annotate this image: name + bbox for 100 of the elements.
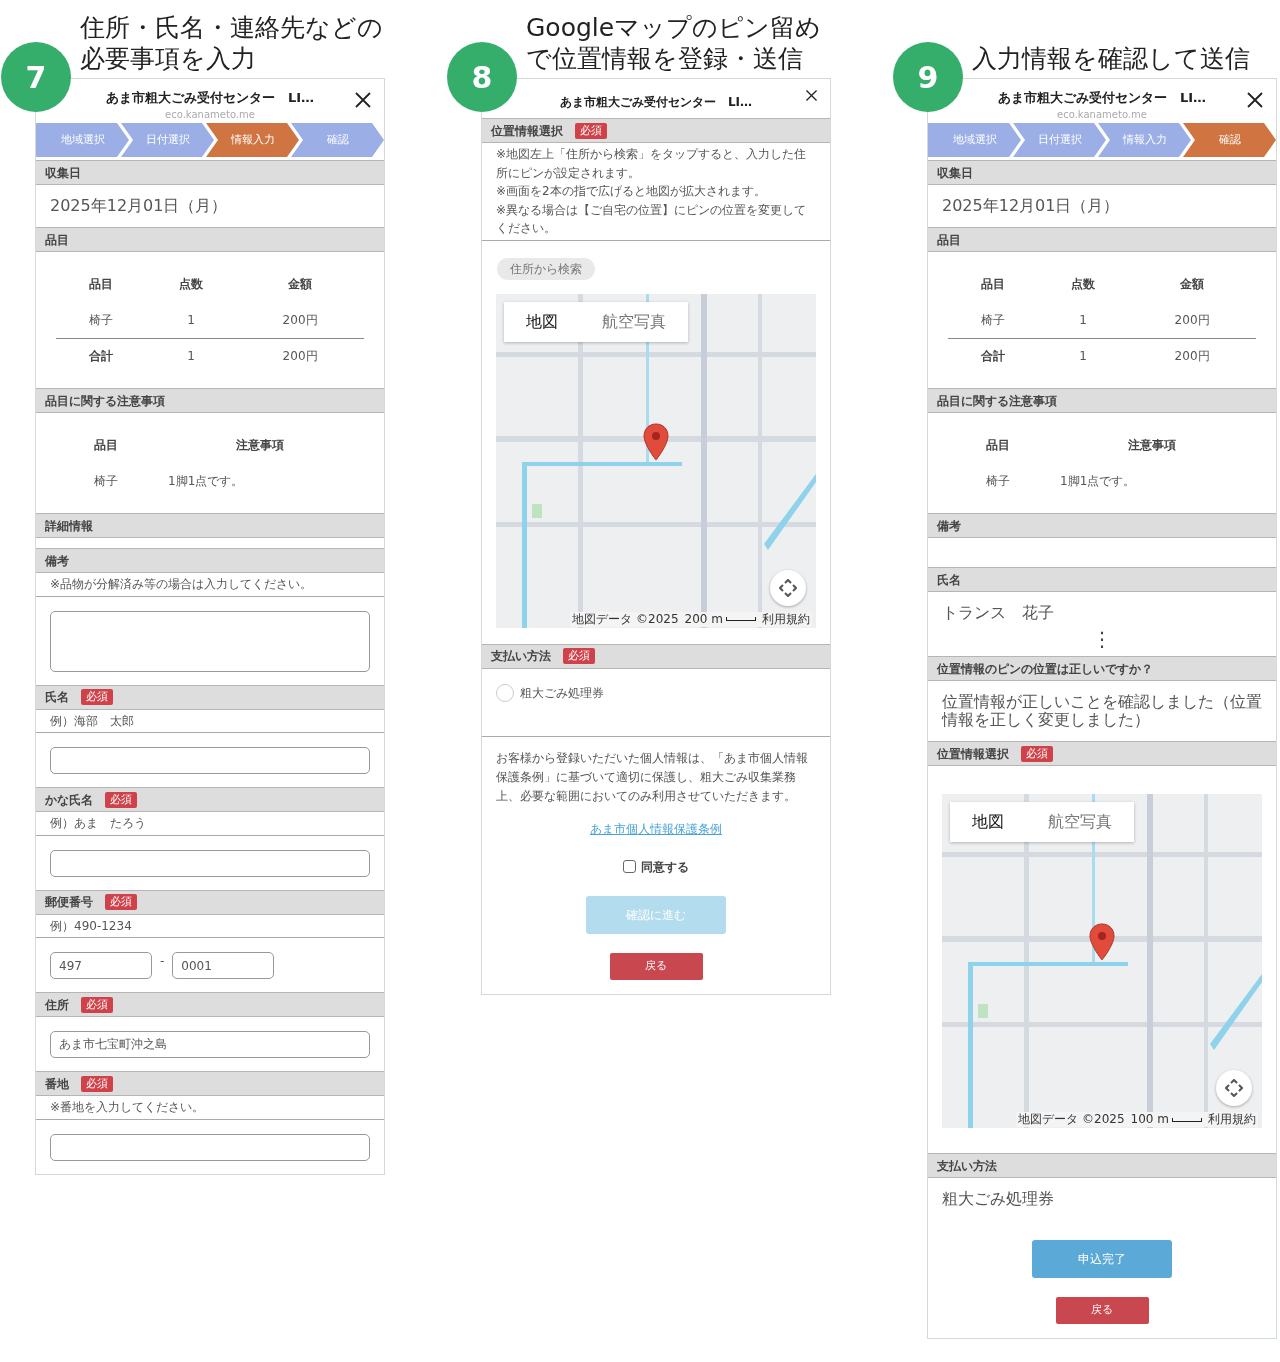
progress-step: 日付選択 <box>121 123 214 157</box>
hint-text: ※番地を入力してください。 <box>50 1099 206 1116</box>
table-cell: 1 <box>1038 338 1129 374</box>
table-header-cell-text: 金額 <box>287 276 314 293</box>
section-title: 氏名 <box>937 571 961 589</box>
hint-text: 例）海部 太郎 <box>50 712 135 730</box>
table-cell: 200円 <box>1128 338 1256 374</box>
required-badge: 必須 <box>575 122 607 139</box>
required-badge: 必須 <box>81 996 113 1013</box>
payment-radio[interactable]: 粗大ごみ処理券 <box>496 683 604 702</box>
caption-text: 住所・氏名・連絡先などの <box>80 12 384 43</box>
input-field[interactable]: 0001 <box>172 952 275 979</box>
table-cell: 合計 <box>56 338 147 374</box>
table-cell-text: 椅子 <box>93 473 119 490</box>
input-field[interactable] <box>50 747 370 774</box>
table-header-cell-text: 品目 <box>985 437 1011 454</box>
agree-checkbox[interactable]: 同意する <box>623 857 689 876</box>
progress-step: 情報入力 <box>1098 123 1191 157</box>
table-cell: 椅子 <box>948 302 1039 338</box>
step-number-badge: 9 <box>893 42 963 112</box>
table-cell-text: 椅子 <box>985 473 1011 490</box>
section-title: 品目 <box>45 231 69 249</box>
required-badge: 必須 <box>81 689 113 705</box>
scale-bar <box>1172 1117 1202 1122</box>
required-badge: 必須 <box>81 1075 113 1092</box>
progress-step: 日付選択 <box>1013 123 1106 157</box>
input-field[interactable]: 497 <box>50 952 152 979</box>
table-header-cell-text: 品目 <box>88 276 115 293</box>
field-value: 粗大ごみ処理券 <box>941 1188 1055 1210</box>
table-header-cell-text: 注意事項 <box>235 437 285 454</box>
hint-text: ※品物が分解済み等の場合は入力してください。 <box>50 576 314 593</box>
text-area[interactable] <box>50 610 370 672</box>
table-header-cell-text: 点数 <box>178 276 205 293</box>
close-button[interactable] <box>354 91 372 109</box>
section-title: 番地 <box>45 1075 69 1093</box>
section-title: 位置情報選択 <box>937 745 1009 763</box>
section-title: 品目 <box>937 231 961 249</box>
caption-text: 入力情報を確認して送信 <box>972 43 1251 74</box>
section-title: 品目に関する注意事項 <box>937 392 1057 410</box>
step-number-badge: 8 <box>447 42 517 112</box>
section-title: 支払い方法 <box>937 1157 997 1175</box>
privacy-notice: お客様から登録いただいた個人情報は、「あま市個人情報保護条例」に基づいて適切に保護し、粗大ごみ収集業務上、必要な範囲においてのみ利用させていただきます。 <box>496 749 809 805</box>
field-value: 位置情報が正しいことを確認しました（位置情報を正しく変更しました） <box>940 691 1263 731</box>
table-cell: 椅子 <box>56 302 147 338</box>
hint-text: ※画面を2本の指で広げると地図が拡大されます。 <box>496 183 767 200</box>
input-field[interactable] <box>50 1133 370 1161</box>
map-type-tab[interactable]: 地図 <box>504 301 580 342</box>
window-title: あま市粗大ごみ受付センター LI… <box>997 89 1207 106</box>
hint-text: ※地図左上「住所から検索」をタップすると、入力した住所にピンが設定されます。 <box>496 146 808 182</box>
caption-text: Googleマップのピン留め <box>526 12 823 43</box>
section-title: 氏名 <box>45 689 69 706</box>
hint-text: 例）490-1234 <box>50 917 133 935</box>
back-button[interactable]: 戻る <box>609 952 703 980</box>
section-title: 郵便番号 <box>45 894 93 911</box>
url-text: eco.kanameto.me <box>1057 109 1147 121</box>
required-badge: 必須 <box>105 791 137 808</box>
required-badge: 必須 <box>1021 745 1053 762</box>
input-field[interactable]: あま市七宝町沖之島 <box>50 1031 370 1058</box>
section-title: 備考 <box>45 552 69 570</box>
section-title: 住所 <box>45 996 69 1014</box>
required-badge: 必須 <box>563 648 595 664</box>
progress-step: 地域選択 <box>36 123 129 157</box>
map-attribution: 地図データ ©2025 <box>572 611 679 627</box>
map-type-tab[interactable]: 地図 <box>950 802 1026 842</box>
progress-step: 確認 <box>1183 123 1276 157</box>
section-title: 詳細情報 <box>45 517 93 535</box>
progress-step: 地域選択 <box>928 123 1021 157</box>
arrows-icon <box>779 578 797 597</box>
map-pin-icon <box>643 422 669 461</box>
hint-text: ※異なる場合は【ご自宅の位置】にピンの位置を変更してください。 <box>496 201 808 237</box>
map-type-tab[interactable]: 航空写真 <box>1026 802 1134 842</box>
table-cell: 200円 <box>236 338 364 374</box>
section-title: 位置情報のピンの位置は正しいですか？ <box>937 660 1153 678</box>
close-button[interactable] <box>805 89 818 102</box>
table-cell: 1 <box>146 302 237 338</box>
window-title: あま市粗大ごみ受付センター LI… <box>559 94 753 111</box>
terms-link[interactable]: 利用規約 <box>762 611 810 627</box>
caption-text: 必要事項を入力 <box>80 43 257 74</box>
map-pin-icon <box>1089 923 1115 961</box>
step-number-badge: 7 <box>1 42 71 112</box>
back-button[interactable]: 戻る <box>1055 1297 1149 1324</box>
progress-step: 情報入力 <box>206 123 299 157</box>
caption-text: で位置情報を登録・送信 <box>526 43 804 74</box>
separator-text: - <box>160 953 165 970</box>
table-cell-text: 1脚1点です。 <box>1059 473 1137 490</box>
table-cell: 1 <box>146 338 237 374</box>
table-cell: 200円 <box>236 302 364 338</box>
table-cell: 200円 <box>1128 302 1256 338</box>
scale-label: 200 m <box>684 611 723 627</box>
close-button[interactable] <box>1246 91 1264 109</box>
map-type-tab[interactable]: 航空写真 <box>580 301 688 342</box>
field-value: トランス 花子 <box>941 602 1055 624</box>
table-header-cell-text: 注意事項 <box>1127 437 1177 454</box>
close-icon <box>1246 91 1264 109</box>
hint-text: 例）あま たろう <box>50 815 147 832</box>
search-address-button[interactable]: 住所から検索 <box>497 257 595 280</box>
section-title: 支払い方法 <box>491 648 551 665</box>
terms-link[interactable]: 利用規約 <box>1208 1112 1256 1127</box>
ellipsis-mark: ⋮ <box>1092 628 1112 653</box>
input-field[interactable] <box>50 849 370 877</box>
